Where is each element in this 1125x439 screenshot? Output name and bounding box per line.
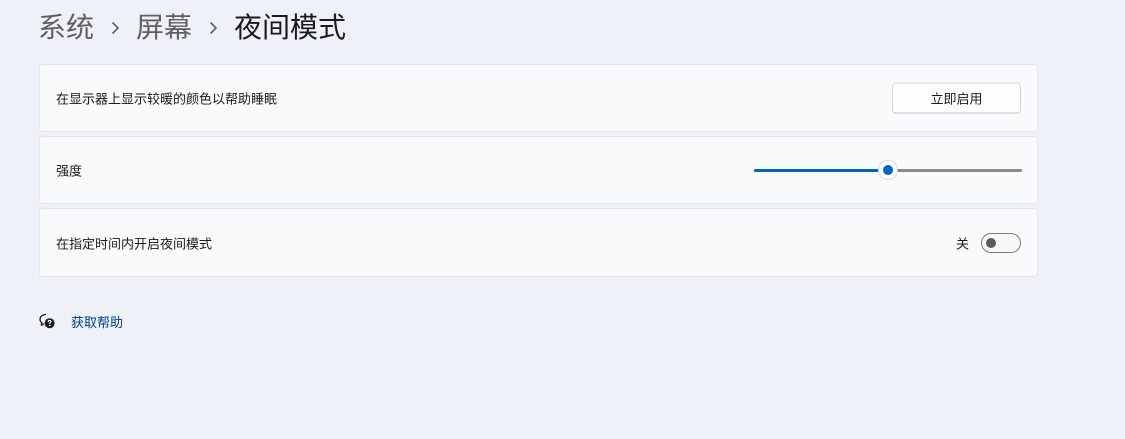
- toggle-state-label: 关: [955, 237, 969, 252]
- schedule-toggle[interactable]: [981, 232, 1021, 253]
- breadcrumb: 系统 屏幕 夜间模式: [38, 8, 346, 48]
- help-chat-icon: [38, 312, 56, 330]
- schedule-label: 在指定时间内开启夜间模式: [56, 237, 213, 252]
- page-title: 夜间模式: [234, 11, 347, 44]
- slider-thumb[interactable]: [878, 160, 898, 180]
- slider-thumb-dot: [883, 165, 893, 175]
- help-section: 获取帮助: [38, 310, 123, 332]
- slider-fill: [754, 169, 888, 172]
- strength-card: 强度: [39, 136, 1038, 204]
- toggle-knob: [986, 237, 996, 248]
- breadcrumb-item-system[interactable]: 系统: [38, 8, 94, 48]
- turn-on-now-button[interactable]: 立即启用: [892, 82, 1021, 114]
- night-light-label: 在显示器上显示较暖的颜色以帮助睡眠: [56, 92, 278, 108]
- strength-slider[interactable]: [754, 160, 1022, 180]
- night-light-card: 在显示器上显示较暖的颜色以帮助睡眠 立即启用: [39, 64, 1038, 132]
- strength-label: 强度: [56, 164, 83, 180]
- chevron-right-icon: [192, 8, 234, 48]
- schedule-card: 在指定时间内开启夜间模式 关: [39, 208, 1038, 277]
- get-help-link[interactable]: 获取帮助: [71, 312, 123, 331]
- chevron-right-icon: [94, 8, 136, 48]
- breadcrumb-item-display[interactable]: 屏幕: [136, 8, 192, 48]
